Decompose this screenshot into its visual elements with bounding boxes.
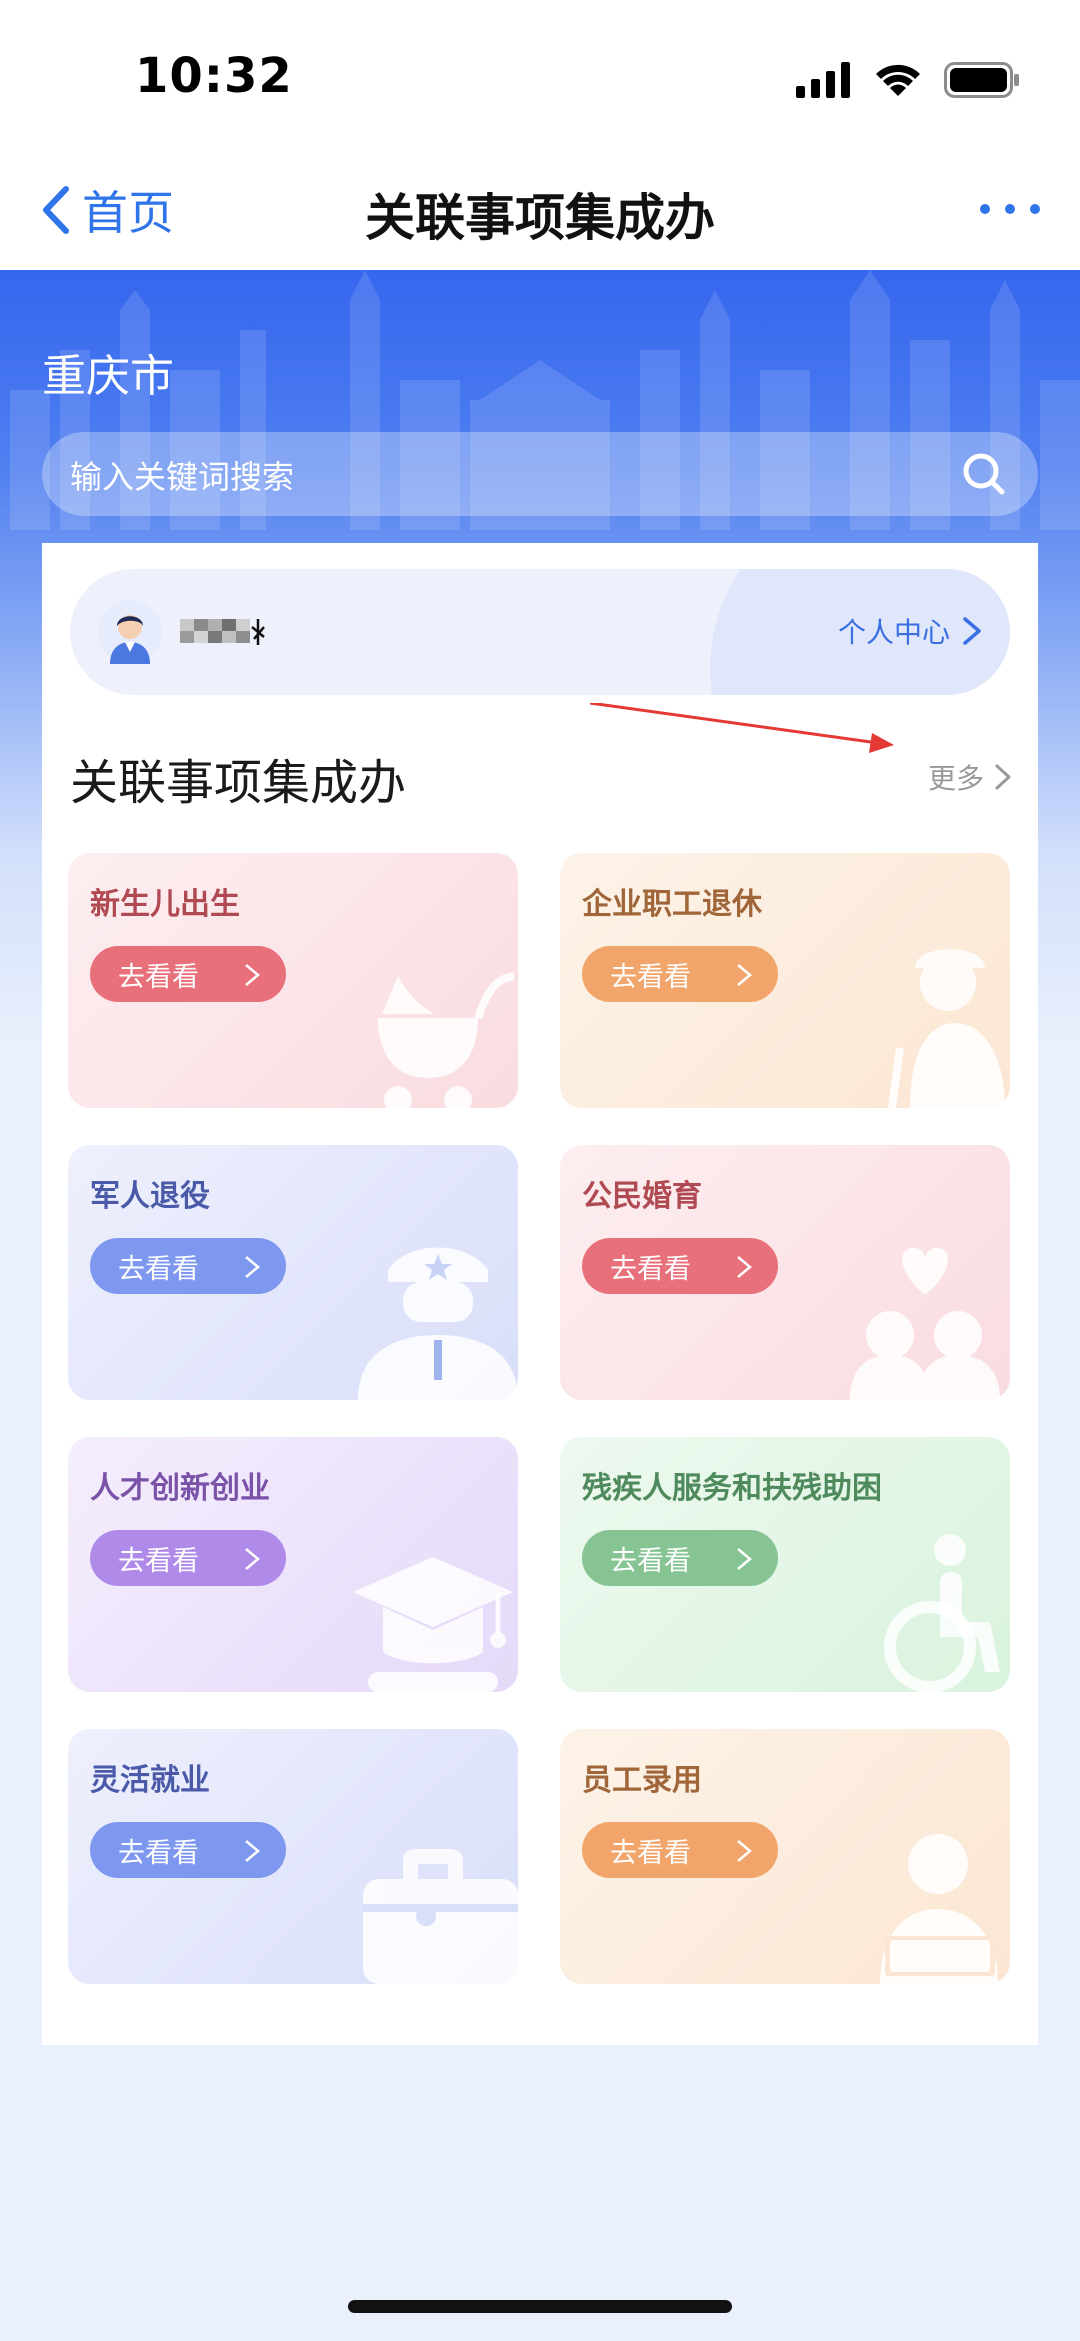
card-go-button[interactable]: 去看看 xyxy=(582,1822,778,1878)
nav-bar: 首页 关联事项集成办 xyxy=(0,150,1080,270)
briefcase-icon xyxy=(363,1849,518,1984)
content-panel: 个人中心 关联事项集成办 更多 新生儿出生 去看看 企业职工退休 去看看 军人退… xyxy=(42,543,1038,2045)
service-card-marriage[interactable]: 公民婚育 去看看 xyxy=(560,1145,1010,1400)
city-selector[interactable]: 重庆市 xyxy=(42,340,174,404)
chevron-right-icon xyxy=(245,1548,260,1570)
wifi-icon xyxy=(876,64,920,96)
battery-icon xyxy=(944,62,1019,98)
card-go-button[interactable]: 去看看 xyxy=(90,1822,286,1878)
chevron-right-icon xyxy=(995,764,1011,790)
service-card-flexible-employment[interactable]: 灵活就业 去看看 xyxy=(68,1729,518,1984)
baby-stroller-icon xyxy=(378,972,515,1108)
card-title: 灵活就业 xyxy=(90,1763,210,1798)
graduation-cap-icon xyxy=(353,1557,513,1692)
card-title: 公民婚育 xyxy=(582,1179,702,1214)
couple-heart-icon xyxy=(850,1247,1000,1400)
home-indicator[interactable] xyxy=(348,2300,732,2313)
card-go-label: 去看看 xyxy=(610,1253,691,1285)
card-go-button[interactable]: 去看看 xyxy=(90,946,286,1002)
card-go-button[interactable]: 去看看 xyxy=(582,1530,778,1586)
service-card-disability[interactable]: 残疾人服务和扶残助困 去看看 xyxy=(560,1437,1010,1692)
service-card-retirement[interactable]: 企业职工退休 去看看 xyxy=(560,853,1010,1108)
card-go-label: 去看看 xyxy=(118,1837,199,1869)
user-card[interactable]: 个人中心 xyxy=(70,569,1010,695)
card-go-label: 去看看 xyxy=(118,961,199,993)
more-options-icon[interactable] xyxy=(980,194,1040,224)
service-card-talent[interactable]: 人才创新创业 去看看 xyxy=(68,1437,518,1692)
soldier-icon xyxy=(358,1247,518,1400)
annotation-arrow-icon xyxy=(589,703,894,753)
username-blurred xyxy=(180,619,265,645)
page-title: 关联事项集成办 xyxy=(365,189,715,247)
card-title: 人才创新创业 xyxy=(90,1471,270,1506)
more-label: 更多 xyxy=(927,762,984,795)
card-title: 军人退役 xyxy=(90,1179,210,1214)
card-go-label: 去看看 xyxy=(610,1545,691,1577)
chevron-right-icon xyxy=(245,1256,260,1278)
chevron-right-icon xyxy=(245,1840,260,1862)
card-go-button[interactable]: 去看看 xyxy=(90,1238,286,1294)
card-go-label: 去看看 xyxy=(610,1837,691,1869)
profile-center-link[interactable]: 个人中心 xyxy=(838,611,982,651)
more-link[interactable]: 更多 xyxy=(928,757,1012,797)
chevron-right-icon xyxy=(737,1840,752,1862)
card-title: 员工录用 xyxy=(582,1763,702,1798)
chevron-right-icon xyxy=(737,1256,752,1278)
service-card-employee-hiring[interactable]: 员工录用 去看看 xyxy=(560,1729,1010,1984)
status-icons xyxy=(796,58,1020,102)
chevron-right-icon xyxy=(737,1548,752,1570)
card-go-button[interactable]: 去看看 xyxy=(582,1238,778,1294)
employee-laptop-icon xyxy=(880,1834,998,1984)
search-placeholder: 输入关键词搜索 xyxy=(70,458,295,496)
card-go-button[interactable]: 去看看 xyxy=(582,946,778,1002)
chevron-right-icon xyxy=(737,964,752,986)
service-card-newborn[interactable]: 新生儿出生 去看看 xyxy=(68,853,518,1108)
card-title: 残疾人服务和扶残助困 xyxy=(582,1471,882,1506)
avatar xyxy=(98,600,162,664)
card-go-label: 去看看 xyxy=(118,1545,199,1577)
chevron-right-icon xyxy=(963,617,981,645)
search-input[interactable]: 输入关键词搜索 xyxy=(42,432,1038,516)
card-go-label: 去看看 xyxy=(610,961,691,993)
elderly-person-icon xyxy=(888,949,1005,1108)
status-time: 10:32 xyxy=(135,48,293,104)
service-card-veteran[interactable]: 军人退役 去看看 xyxy=(68,1145,518,1400)
card-title: 新生儿出生 xyxy=(90,887,240,922)
section-title: 关联事项集成办 xyxy=(70,755,407,811)
signal-icon xyxy=(796,62,850,98)
search-icon[interactable] xyxy=(960,450,1008,498)
card-title: 企业职工退休 xyxy=(582,887,762,922)
card-go-button[interactable]: 去看看 xyxy=(90,1530,286,1586)
status-bar: 10:32 xyxy=(0,0,1080,150)
chevron-right-icon xyxy=(245,964,260,986)
card-go-label: 去看看 xyxy=(118,1253,199,1285)
wheelchair-icon xyxy=(884,1534,1000,1692)
profile-link-label: 个人中心 xyxy=(837,616,950,649)
